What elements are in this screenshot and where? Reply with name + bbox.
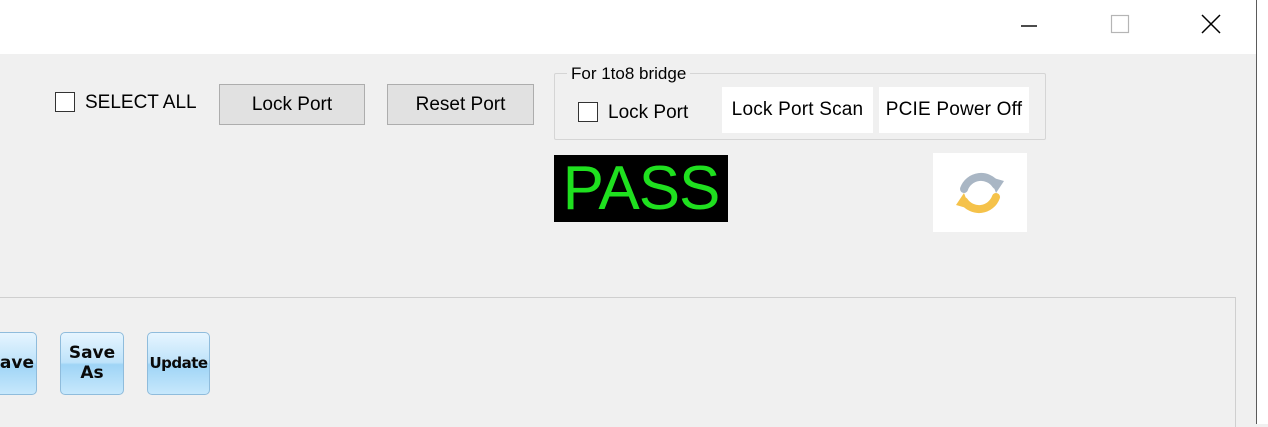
select-all-label: SELECT ALL (85, 92, 197, 113)
minimize-icon (1021, 25, 1037, 27)
maximize-button[interactable] (1097, 0, 1143, 48)
save-as-label-line1: Save (68, 342, 116, 363)
title-bar (0, 0, 1256, 54)
refresh-button[interactable] (933, 153, 1027, 232)
minimize-button[interactable] (1006, 0, 1052, 48)
save-button[interactable]: ave (0, 332, 37, 395)
bridge-lock-port-label: Lock Port (608, 102, 689, 123)
maximize-icon (1110, 14, 1130, 34)
reset-port-button[interactable]: Reset Port (387, 84, 534, 125)
select-all-checkbox[interactable] (55, 92, 75, 112)
bridge-group-title: For 1to8 bridge (567, 64, 691, 84)
pcie-power-off-button[interactable]: PCIE Power Off (879, 87, 1029, 133)
refresh-icon (956, 172, 1004, 213)
status-pass-indicator: PASS (554, 155, 728, 222)
save-as-label-line2: As (80, 362, 104, 383)
save-as-button[interactable]: Save As (60, 332, 124, 395)
close-icon (1201, 14, 1221, 34)
close-button[interactable] (1188, 0, 1234, 48)
update-button[interactable]: Update (147, 332, 210, 395)
bridge-lock-port-checkbox[interactable] (578, 102, 598, 122)
lock-port-scan-button[interactable]: Lock Port Scan (722, 87, 873, 133)
lock-port-button[interactable]: Lock Port (219, 84, 365, 125)
window-edge (1256, 0, 1268, 424)
